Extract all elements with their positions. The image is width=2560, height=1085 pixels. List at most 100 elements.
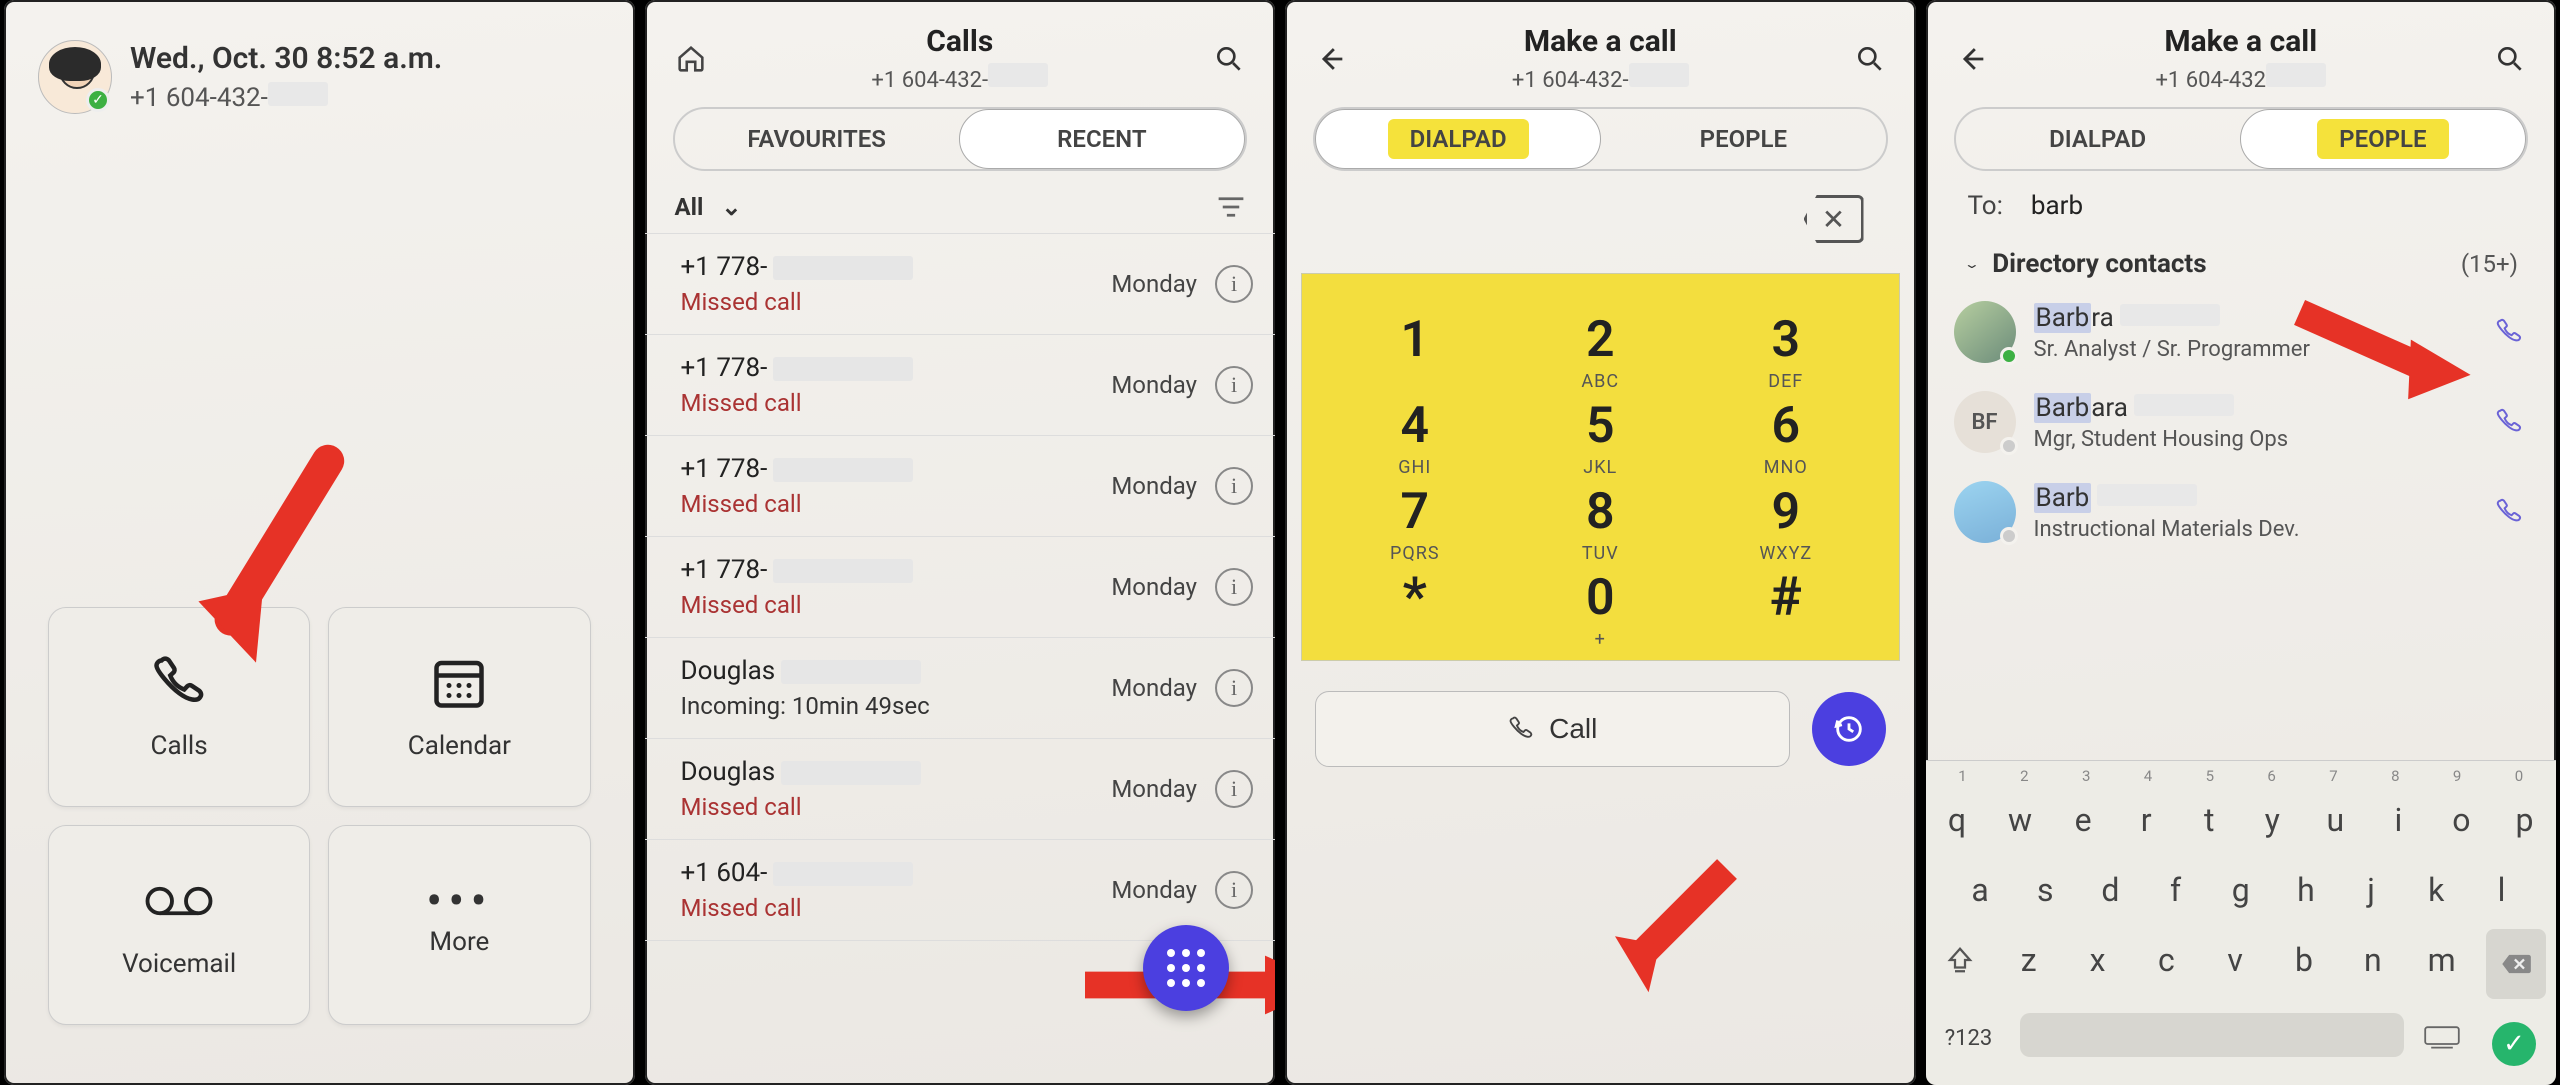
call-contact-button[interactable] [2494,497,2524,527]
info-icon[interactable]: i [1215,669,1253,707]
key-z[interactable]: z [1994,925,2063,995]
key-q[interactable]: q [1926,785,1989,855]
key-5[interactable]: 5JKL [1508,394,1694,480]
key-f[interactable]: f [2143,855,2208,925]
backspace-button[interactable]: ✕ [1804,195,1864,243]
key-h[interactable]: h [2273,855,2338,925]
contact-row[interactable]: Barbra Sr. Analyst / Sr. Programmer [1926,287,2557,377]
call-contact-button[interactable] [2494,317,2524,347]
key-o[interactable]: o [2430,785,2493,855]
key-i[interactable]: i [2367,785,2430,855]
keyboard: 1234567890 qwertyuiop asdfghjkl zxcvbnm … [1926,760,2557,1085]
key-7[interactable]: 7PQRS [1322,480,1508,566]
info-icon[interactable]: i [1215,871,1253,909]
key-l[interactable]: l [2469,855,2534,925]
key-*[interactable]: * [1322,566,1508,652]
key-9[interactable]: 9WXYZ [1693,480,1879,566]
key-m[interactable]: m [2407,925,2476,995]
key-3[interactable]: 3DEF [1693,308,1879,394]
space-key[interactable] [2020,1013,2405,1057]
key-e[interactable]: e [2052,785,2115,855]
filter-button[interactable] [1217,196,1245,218]
filter-icon [1217,196,1245,218]
key-n[interactable]: n [2338,925,2407,995]
info-icon[interactable]: i [1215,366,1253,404]
key-d[interactable]: d [2078,855,2143,925]
key-v[interactable]: v [2201,925,2270,995]
search-icon [1213,43,1245,75]
search-button[interactable] [2486,35,2534,83]
symbols-key[interactable]: ?123 [1926,1003,2012,1073]
phone-icon [144,653,214,713]
key-r[interactable]: r [2115,785,2178,855]
key-s[interactable]: s [2013,855,2078,925]
key-c[interactable]: c [2132,925,2201,995]
more-tile[interactable]: ••• More [328,825,590,1025]
call-row[interactable]: Douglas Missed call Monday i [645,739,1276,840]
tab-people[interactable]: PEOPLE [2240,109,2526,169]
info-icon[interactable]: i [1215,265,1253,303]
filter-label[interactable]: All [675,193,704,221]
recent-list: +1 778- Missed call Monday i +1 778- Mis… [645,233,1276,941]
key-8[interactable]: 8TUV [1508,480,1694,566]
key-6[interactable]: 6MNO [1693,394,1879,480]
voicemail-tile[interactable]: Voicemail [48,825,310,1025]
history-button[interactable] [1812,692,1886,766]
history-icon [1832,712,1866,746]
search-button[interactable] [1846,35,1894,83]
go-key[interactable]: ✓ [2484,1009,2544,1079]
own-number: +1 604-432- [715,63,1206,93]
key-#[interactable]: # [1693,566,1879,652]
tab-dialpad[interactable]: DIALPAD [1956,109,2240,169]
call-button[interactable]: Call [1315,691,1790,767]
key-p[interactable]: p [2493,785,2556,855]
info-icon[interactable]: i [1215,467,1253,505]
to-field[interactable]: To: barb [1926,171,2557,233]
back-button[interactable] [1948,35,1996,83]
back-button[interactable] [1307,35,1355,83]
calendar-tile[interactable]: Calendar [328,607,590,807]
key-y[interactable]: y [2241,785,2304,855]
key-w[interactable]: w [1989,785,2052,855]
info-icon[interactable]: i [1215,770,1253,808]
key-0[interactable]: 0+ [1508,566,1694,652]
calls-tabs: FAVOURITES RECENT [673,107,1248,171]
search-button[interactable] [1205,35,1253,83]
backspace-key[interactable] [2486,929,2546,999]
home-button[interactable] [667,35,715,83]
key-a[interactable]: a [1948,855,2013,925]
call-row[interactable]: +1 778- Missed call Monday i [645,537,1276,638]
phone-icon [1507,715,1535,743]
tab-people[interactable]: PEOPLE [1601,109,1885,169]
key-b[interactable]: b [2270,925,2339,995]
key-4[interactable]: 4GHI [1322,394,1508,480]
key-t[interactable]: t [2178,785,2241,855]
calls-tile[interactable]: Calls [48,607,310,807]
key-g[interactable]: g [2208,855,2273,925]
key-x[interactable]: x [2063,925,2132,995]
key-k[interactable]: k [2404,855,2469,925]
tab-dialpad[interactable]: DIALPAD [1315,109,1601,169]
chevron-down-icon[interactable]: ⌄ [721,193,741,221]
key-j[interactable]: j [2339,855,2404,925]
call-contact-button[interactable] [2494,407,2524,437]
shift-key[interactable] [1926,925,1995,995]
call-row[interactable]: +1 778- Missed call Monday i [645,335,1276,436]
home-screen: Wed., Oct. 30 8:52 a.m. +1 604-432- Call… [4,0,635,1085]
call-row[interactable]: Douglas Incoming: 10min 49sec Monday i [645,638,1276,739]
directory-header[interactable]: ⌄ Directory contacts (15+) [1926,233,2557,287]
dialpad-fab[interactable] [1143,925,1229,1011]
call-row[interactable]: +1 778- Missed call Monday i [645,436,1276,537]
keyboard-settings-key[interactable] [2412,1003,2472,1073]
call-row[interactable]: +1 778- Missed call Monday i [645,234,1276,335]
tab-favourites[interactable]: FAVOURITES [675,109,959,169]
home-icon [674,42,708,76]
key-2[interactable]: 2ABC [1508,308,1694,394]
key-u[interactable]: u [2304,785,2367,855]
calls-screen: Calls +1 604-432- FAVOURITES RECENT All … [645,0,1276,1085]
contact-row[interactable]: BF Barbara Mgr, Student Housing Ops [1926,377,2557,467]
contact-row[interactable]: Barb Instructional Materials Dev. [1926,467,2557,557]
key-1[interactable]: 1 [1322,308,1508,394]
tab-recent[interactable]: RECENT [959,109,1245,169]
info-icon[interactable]: i [1215,568,1253,606]
